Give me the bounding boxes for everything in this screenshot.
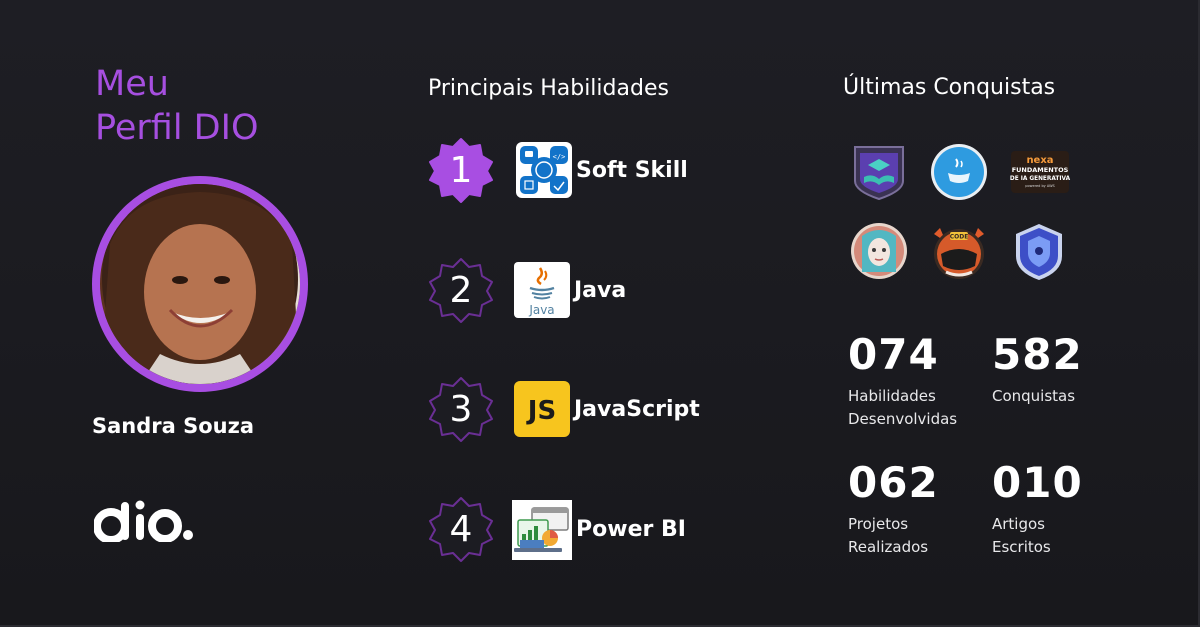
stat-value-skills: 074 [848, 330, 939, 379]
skill-item-power-bi[interactable]: 4 Power BI [428, 496, 768, 562]
skill-label: Java [574, 277, 627, 303]
skill-item-java[interactable]: 2 Java Java [428, 257, 768, 323]
rank-number: 3 [449, 388, 473, 430]
stat-value-projects: 062 [848, 458, 939, 507]
java-icon-text: Java [528, 303, 554, 317]
rank-badge-outline: 4 [428, 496, 494, 562]
svg-text:DE IA GENERATIVA: DE IA GENERATIVA [1010, 176, 1071, 182]
page-title: Meu Perfil DIO [95, 62, 259, 150]
svg-text:</>: </> [553, 153, 566, 161]
stat-label-projects: Projetos Realizados [848, 515, 929, 556]
svg-text:powered by AWS: powered by AWS [1025, 184, 1055, 188]
title-line-2: Perfil DIO [95, 108, 259, 148]
dio-logo [93, 500, 198, 546]
svg-text:nexa: nexa [1026, 155, 1053, 166]
security-shield-icon [1016, 224, 1062, 280]
avatar-ring [92, 176, 308, 392]
power-bi-icon [512, 500, 572, 560]
avatar[interactable] [100, 184, 300, 384]
stat-label-achievements: Conquistas [992, 387, 1076, 405]
security-shield-badge[interactable] [1010, 222, 1068, 280]
svg-text:CODE: CODE [950, 234, 969, 241]
achievements-title: Últimas Conquistas [843, 75, 1056, 100]
code-helmet-icon: CODE [934, 228, 984, 279]
rank-badge-outline: 2 [428, 257, 494, 323]
skills-title: Principais Habilidades [428, 76, 669, 101]
java-cup-badge[interactable] [930, 143, 988, 201]
skill-item-javascript[interactable]: 3 JS JavaScript [428, 376, 768, 442]
portrait-badge[interactable] [850, 222, 908, 280]
stat-label-skills: Habilidades Desenvolvidas [848, 387, 958, 428]
stat-value-articles: 010 [992, 458, 1083, 507]
nexa-badge[interactable]: nexa FUNDAMENTOS DE IA GENERATIVA powere… [1007, 143, 1073, 201]
code-helmet-badge[interactable]: CODE [928, 222, 990, 280]
javascript-icon-text: JS [526, 396, 556, 426]
stat-value-achievements: 582 [992, 330, 1083, 379]
skill-label: JavaScript [574, 396, 700, 422]
book-shield-badge[interactable] [850, 141, 908, 201]
rank-badge-filled: 1 [428, 137, 494, 203]
java-cup-icon [931, 144, 987, 200]
skill-label: Power BI [576, 516, 686, 542]
title-line-1: Meu [95, 64, 169, 104]
rank-badge-outline: 3 [428, 376, 494, 442]
rank-number: 2 [449, 269, 473, 311]
javascript-icon: JS [514, 381, 570, 437]
skill-label: Soft Skill [576, 157, 688, 183]
book-shield-icon [854, 146, 904, 201]
rank-number: 4 [449, 508, 473, 550]
skill-item-soft-skill[interactable]: 1 </> Soft Skill [428, 137, 768, 203]
svg-text:FUNDAMENTOS: FUNDAMENTOS [1012, 166, 1069, 174]
java-icon: Java [514, 262, 570, 318]
stat-label-articles: Artigos Escritos [992, 515, 1051, 556]
rank-number: 1 [449, 149, 473, 191]
nexa-logo-icon: nexa FUNDAMENTOS DE IA GENERATIVA powere… [1010, 151, 1071, 193]
portrait-icon [851, 223, 907, 279]
soft-skill-icon: </> [516, 142, 572, 198]
profile-name: Sandra Souza [92, 414, 255, 438]
avatar-portrait [100, 184, 300, 384]
